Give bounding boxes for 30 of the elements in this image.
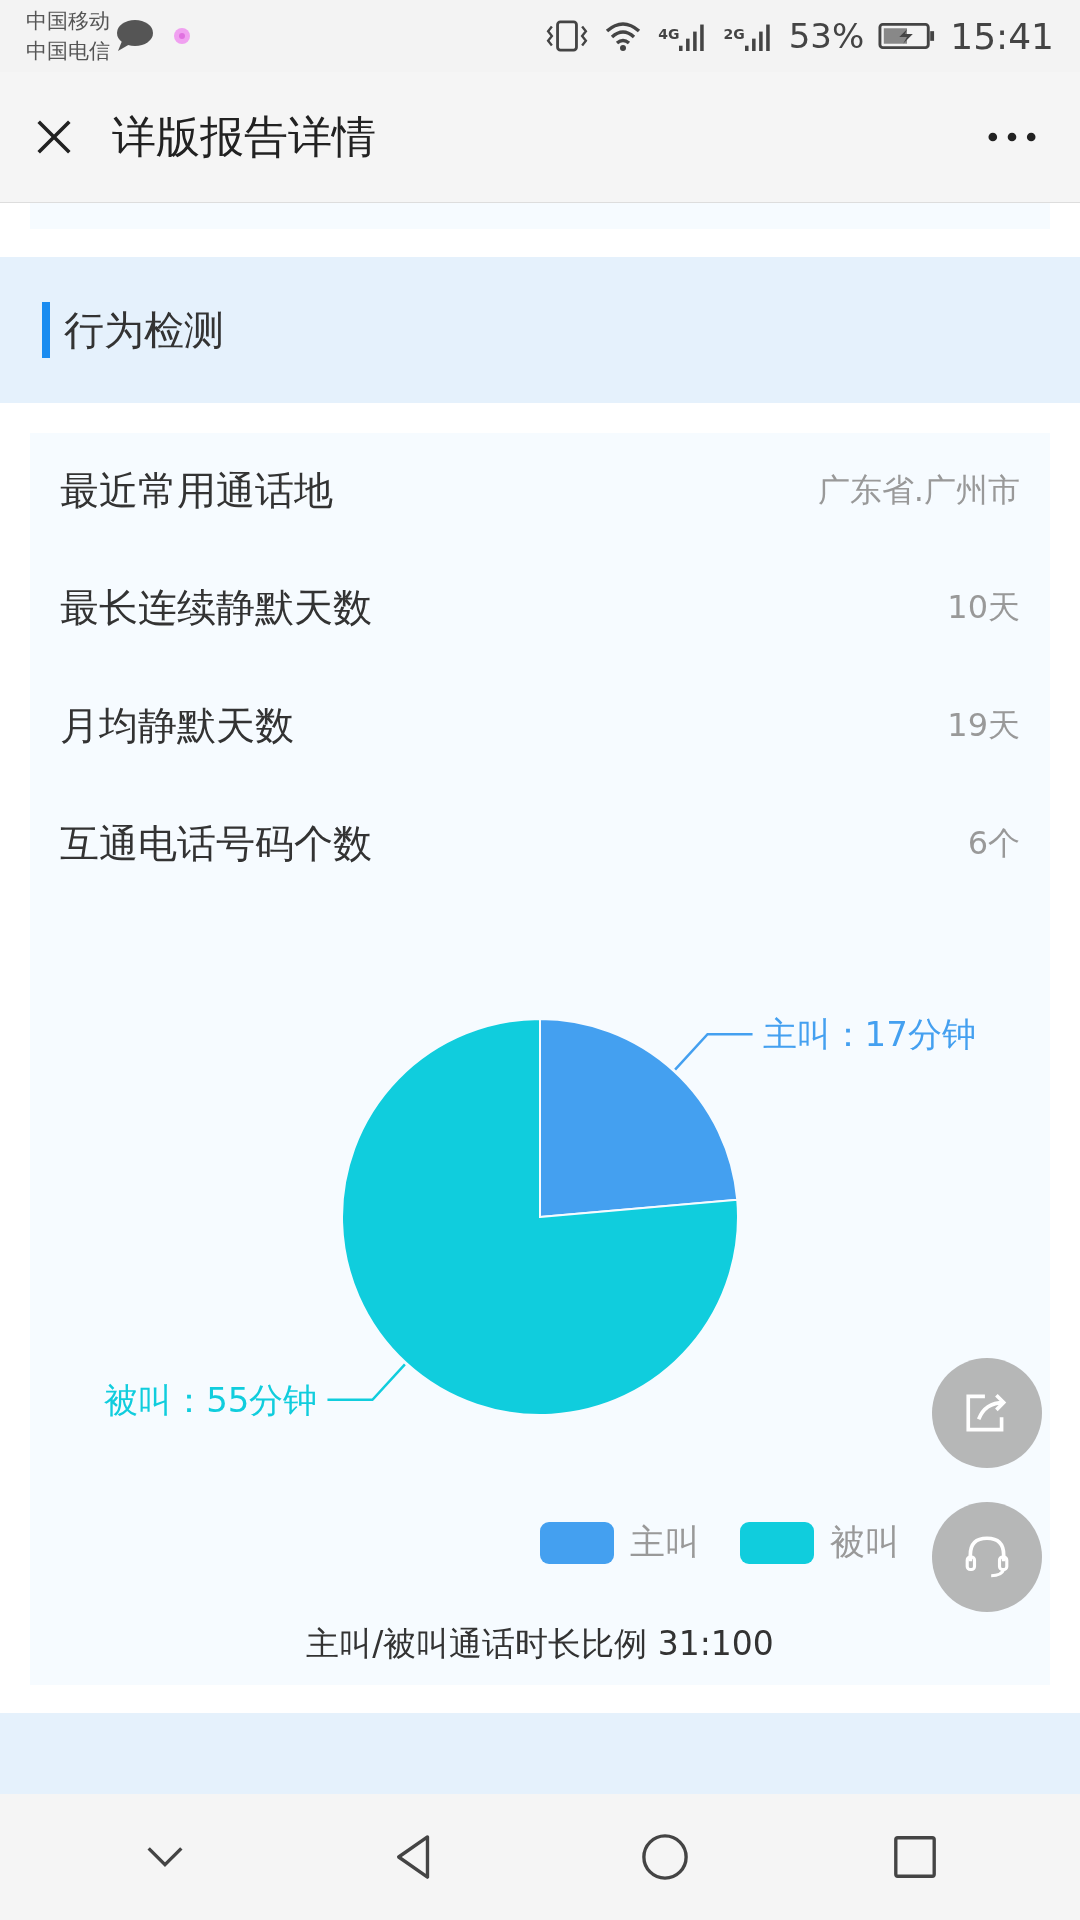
network-type: 4G <box>658 25 680 42</box>
slice-label: 主叫：17分钟 <box>762 1014 976 1055</box>
row-value: 10天 <box>947 587 1020 628</box>
network-type: 2G <box>723 25 745 42</box>
row-label: 最长连续静默天数 <box>60 584 372 632</box>
row-label: 最近常用通话地 <box>60 467 333 515</box>
more-icon[interactable] <box>988 132 1036 142</box>
row-label: 互通电话号码个数 <box>60 820 372 868</box>
clock: 15:41 <box>950 15 1054 57</box>
row-value: 19天 <box>947 705 1020 746</box>
page-title: 详版报告详情 <box>112 109 376 164</box>
section-title: 行为检测 <box>64 305 224 355</box>
slice-label: 被叫：55分钟 <box>104 1379 318 1420</box>
carrier-name: 中国移动 <box>26 8 110 35</box>
legend-label: 被叫 <box>830 1521 900 1564</box>
row-value: 广东省.广州市 <box>817 470 1020 511</box>
battery-percent: 53% <box>788 16 865 56</box>
row-value: 6个 <box>967 823 1020 864</box>
carrier-name: 中国电信 <box>26 38 110 65</box>
row-label: 月均静默天数 <box>60 702 294 750</box>
home-icon[interactable] <box>641 1833 689 1881</box>
vibrate-icon <box>546 19 589 53</box>
battery-icon <box>878 21 937 51</box>
close-icon[interactable] <box>36 119 72 155</box>
legend-label: 主叫 <box>630 1521 700 1564</box>
flower-icon <box>172 26 192 46</box>
recents-icon[interactable] <box>891 1833 939 1881</box>
accent-bar <box>42 302 50 358</box>
chat-bubble-icon <box>114 19 154 53</box>
ratio-text: 主叫/被叫通话时长比例 31:100 <box>305 1623 775 1665</box>
